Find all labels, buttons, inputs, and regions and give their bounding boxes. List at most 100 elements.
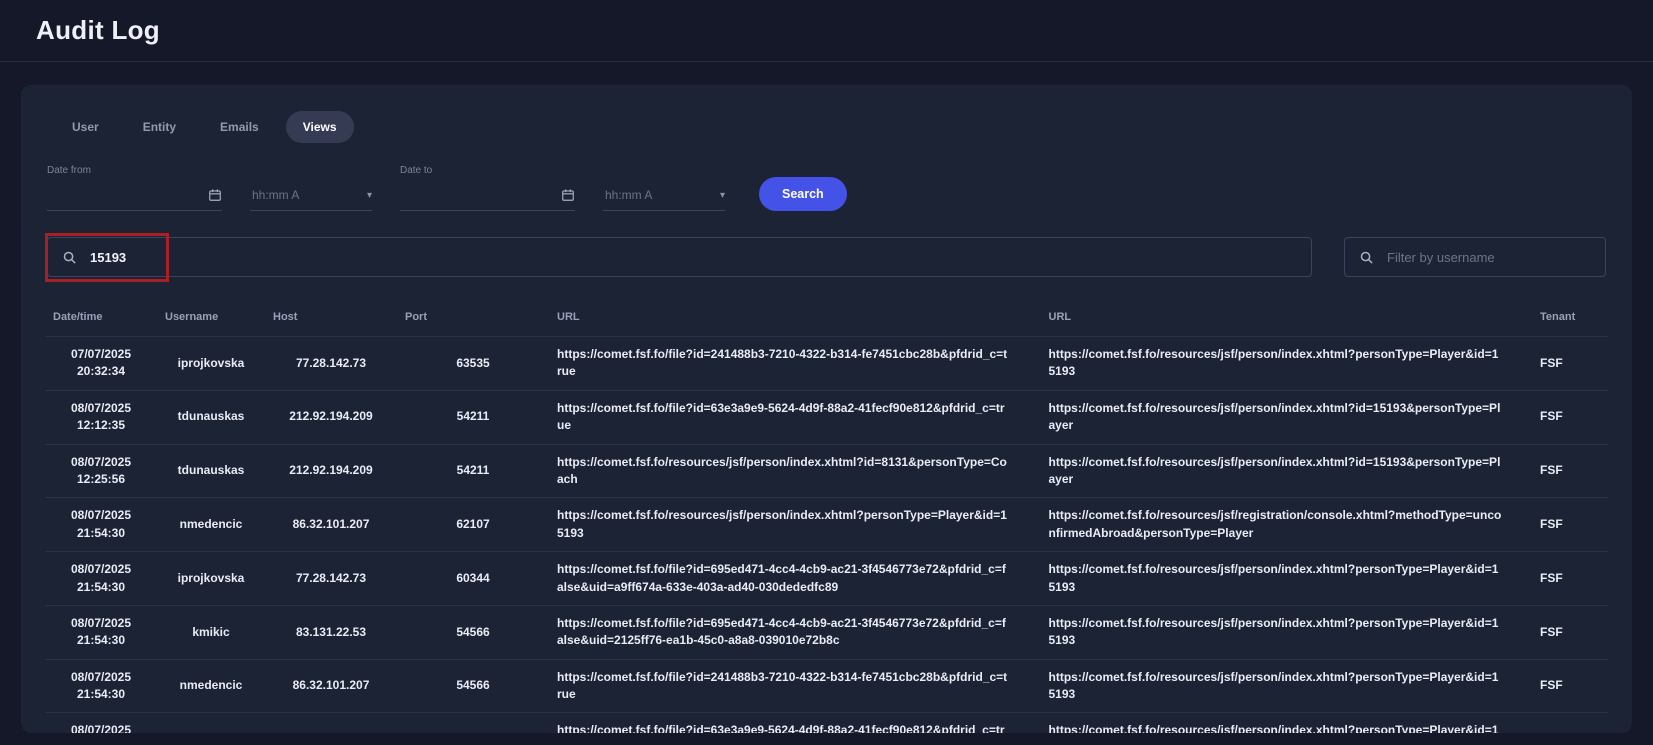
time-to-input-wrapper: ▾ (603, 187, 725, 211)
table-row: 08/07/2025 21:54:30iprojkovska77.28.142.… (45, 552, 1608, 606)
time-to-input[interactable] (603, 187, 714, 203)
cell-datetime: 07/07/2025 20:32:34 (45, 337, 157, 391)
cell-port: 63535 (397, 337, 549, 391)
date-from-field: Date from (47, 165, 222, 211)
cell-tenant: FSF (1532, 337, 1608, 391)
cell-host: 86.32.101.207 (265, 498, 397, 552)
header-host: Host (265, 299, 397, 337)
date-to-field: Date to (400, 165, 575, 211)
table-body: 07/07/2025 20:32:34iprojkovska77.28.142.… (45, 337, 1608, 734)
cell-port: 60344 (397, 552, 549, 606)
cell-username: iprojkovska (157, 337, 265, 391)
search-row (47, 237, 1606, 277)
header-username: Username (157, 299, 265, 337)
page-title: Audit Log (36, 15, 160, 46)
tab-entity[interactable]: Entity (126, 111, 193, 143)
table-row: 08/07/2025 21:54:30kmikic83.131.22.53545… (45, 605, 1608, 659)
cell-username: tdunauskas (157, 390, 265, 444)
cell-url-1: https://comet.fsf.fo/file?id=241488b3-72… (549, 337, 1041, 391)
cell-port: 62107 (397, 498, 549, 552)
cell-datetime: 08/07/2025 12:25:56 (45, 444, 157, 498)
cell-username: kmikic (157, 713, 265, 733)
header-port: Port (397, 299, 549, 337)
table-row: 08/07/2025 21:54:30nmedencic86.32.101.20… (45, 498, 1608, 552)
cell-url-1: https://comet.fsf.fo/file?id=63e3a9e9-56… (549, 390, 1041, 444)
username-filter-box (1344, 237, 1606, 277)
tab-bar: User Entity Emails Views (45, 101, 1608, 149)
cell-datetime: 08/07/2025 21:54:30 (45, 552, 157, 606)
cell-url-2: https://comet.fsf.fo/resources/jsf/regis… (1041, 498, 1533, 552)
header-url-2: URL (1041, 299, 1533, 337)
search-icon (1359, 250, 1374, 265)
cell-host: 212.92.194.209 (265, 390, 397, 444)
cell-port: 54211 (397, 390, 549, 444)
audit-log-panel: User Entity Emails Views Date from ▾ Dat… (21, 85, 1632, 733)
tab-emails[interactable]: Emails (203, 111, 276, 143)
cell-port: 60344 (397, 713, 549, 733)
cell-url-1: https://comet.fsf.fo/file?id=695ed471-4c… (549, 552, 1041, 606)
search-query-box (47, 237, 1312, 277)
cell-host: 212.92.194.209 (265, 444, 397, 498)
date-to-input-wrapper (400, 187, 575, 211)
cell-url-1: https://comet.fsf.fo/resources/jsf/perso… (549, 444, 1041, 498)
date-to-input[interactable] (400, 187, 555, 203)
header-tenant: Tenant (1532, 299, 1608, 337)
cell-url-1: https://comet.fsf.fo/resources/jsf/perso… (549, 498, 1041, 552)
chevron-down-icon[interactable]: ▾ (367, 190, 372, 201)
cell-url-2: https://comet.fsf.fo/resources/jsf/perso… (1041, 713, 1533, 733)
cell-host: 83.131.22.53 (265, 605, 397, 659)
cell-datetime: 08/07/2025 21:54:30 (45, 605, 157, 659)
time-from-input-wrapper: ▾ (250, 187, 372, 211)
cell-datetime: 08/07/2025 12:12:35 (45, 390, 157, 444)
search-icon (62, 250, 77, 265)
cell-port: 54566 (397, 605, 549, 659)
cell-tenant: FSF (1532, 552, 1608, 606)
cell-tenant: FSF (1532, 659, 1608, 713)
cell-url-1: https://comet.fsf.fo/file?id=695ed471-4c… (549, 605, 1041, 659)
cell-datetime: 08/07/2025 21:54:30 (45, 498, 157, 552)
calendar-icon[interactable] (561, 188, 575, 202)
chevron-down-icon[interactable]: ▾ (720, 190, 725, 201)
search-query-input[interactable] (88, 249, 1297, 266)
table-row: 08/07/2025 12:25:56tdunauskas212.92.194.… (45, 444, 1608, 498)
cell-tenant: FSF (1532, 498, 1608, 552)
table-row: 08/07/2025 12:12:35tdunauskas212.92.194.… (45, 390, 1608, 444)
audit-table: Date/time Username Host Port URL URL Ten… (45, 299, 1608, 733)
time-from-input[interactable] (250, 187, 361, 203)
cell-tenant: FSF (1532, 390, 1608, 444)
calendar-icon[interactable] (208, 188, 222, 202)
search-button[interactable]: Search (759, 177, 847, 211)
time-from-field: ▾ (250, 187, 372, 211)
table-row: 08/07/2025 21:54:30nmedencic86.32.101.20… (45, 659, 1608, 713)
cell-url-2: https://comet.fsf.fo/resources/jsf/perso… (1041, 444, 1533, 498)
date-to-label: Date to (400, 165, 575, 176)
cell-username: nmedencic (157, 659, 265, 713)
table-row: 08/07/2025 21:54:30kmikic83.131.22.53603… (45, 713, 1608, 733)
cell-host: 77.28.142.73 (265, 552, 397, 606)
cell-url-2: https://comet.fsf.fo/resources/jsf/perso… (1041, 659, 1533, 713)
cell-datetime: 08/07/2025 21:54:30 (45, 713, 157, 733)
tab-views[interactable]: Views (286, 111, 354, 143)
cell-tenant: FSF (1532, 605, 1608, 659)
time-to-field: ▾ (603, 187, 725, 211)
cell-port: 54211 (397, 444, 549, 498)
cell-url-2: https://comet.fsf.fo/resources/jsf/perso… (1041, 605, 1533, 659)
cell-username: nmedencic (157, 498, 265, 552)
username-filter-input[interactable] (1385, 249, 1591, 266)
cell-host: 86.32.101.207 (265, 659, 397, 713)
cell-url-2: https://comet.fsf.fo/resources/jsf/perso… (1041, 552, 1533, 606)
tab-user[interactable]: User (55, 111, 116, 143)
cell-port: 54566 (397, 659, 549, 713)
date-from-input[interactable] (47, 187, 202, 203)
cell-username: kmikic (157, 605, 265, 659)
date-from-input-wrapper (47, 187, 222, 211)
cell-url-1: https://comet.fsf.fo/file?id=63e3a9e9-56… (549, 713, 1041, 733)
cell-datetime: 08/07/2025 21:54:30 (45, 659, 157, 713)
cell-url-2: https://comet.fsf.fo/resources/jsf/perso… (1041, 337, 1533, 391)
cell-tenant: FSF (1532, 444, 1608, 498)
header-datetime: Date/time (45, 299, 157, 337)
cell-host: 83.131.22.53 (265, 713, 397, 733)
cell-username: iprojkovska (157, 552, 265, 606)
filter-row: Date from ▾ Date to (45, 149, 1608, 213)
cell-username: tdunauskas (157, 444, 265, 498)
